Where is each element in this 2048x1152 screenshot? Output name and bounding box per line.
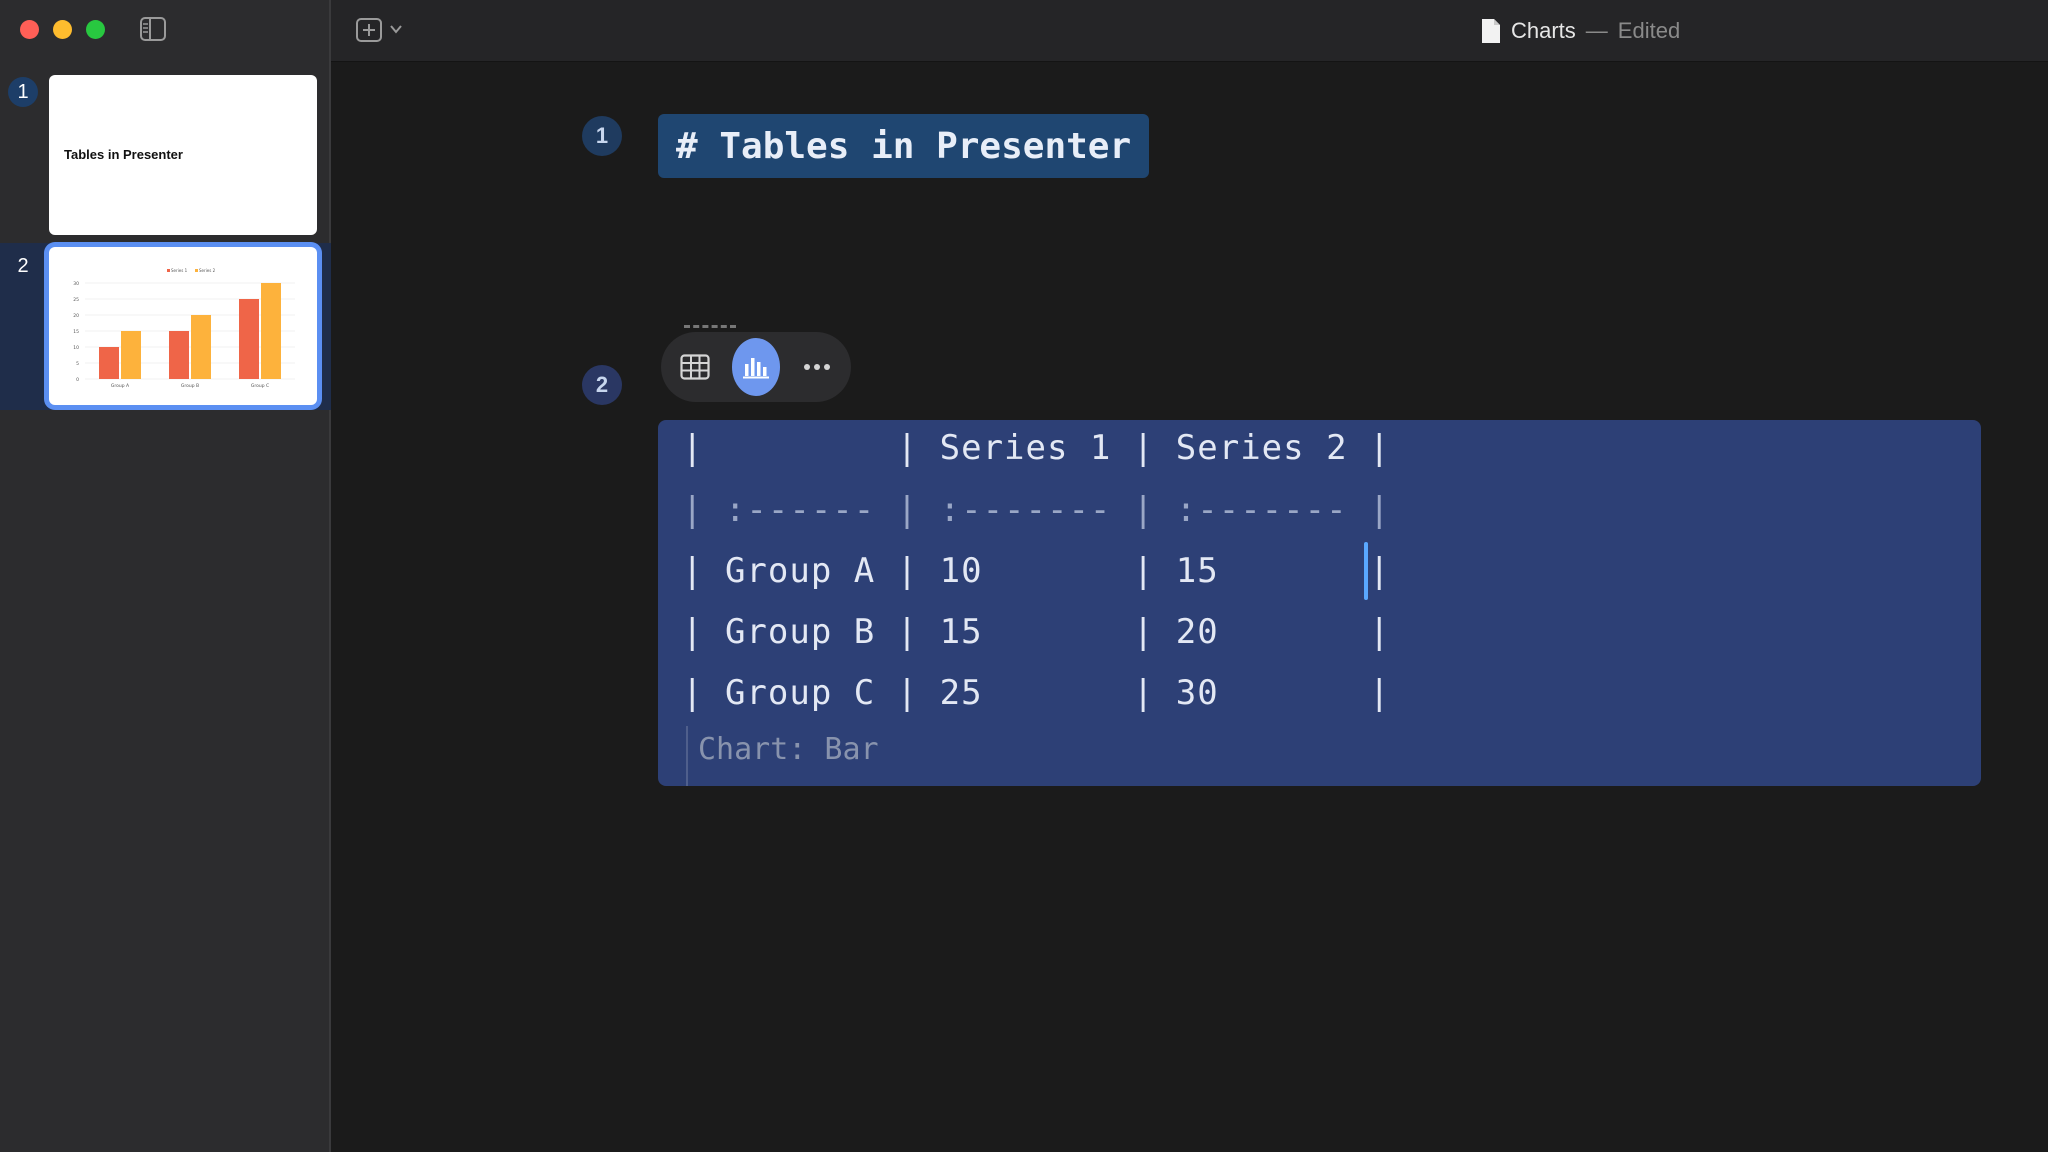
slide-badge-2[interactable]: 2 [582, 365, 622, 405]
slide-thumbnail[interactable]: Tables in Presenter [49, 75, 317, 235]
mini-chart-bar [239, 299, 259, 379]
heading-block[interactable]: # Tables in Presenter [658, 114, 1150, 178]
window-title: Charts — Edited [1481, 16, 1680, 46]
title-separator: — [1585, 18, 1608, 43]
mini-chart-bar [191, 315, 211, 379]
caption-indent-bar [686, 726, 688, 786]
mini-chart-y-tick-label: 5 [76, 361, 79, 367]
more-options-button[interactable] [794, 340, 839, 394]
mini-chart-category-label: Group C [251, 383, 269, 389]
table-row-group-c[interactable]: | Group C | 25 | 30 | [682, 673, 1391, 713]
table-header-row[interactable]: | | Series 1 | Series 2 | [682, 428, 1391, 468]
slide-number: 1 [8, 77, 38, 107]
add-slide-icon[interactable] [356, 18, 382, 42]
table-icon [680, 354, 711, 380]
slide-badge-1[interactable]: 1 [582, 116, 622, 156]
mini-chart-y-tick-label: 20 [73, 313, 79, 319]
mini-chart-bar [121, 331, 141, 379]
table-row-group-a[interactable]: | Group A | 10 | 15 | [682, 551, 1391, 591]
window-toolbar: Charts — Edited [331, 0, 2048, 62]
mini-chart-bar [99, 347, 119, 379]
mini-chart-legend-label: Series 2 [199, 268, 216, 273]
text-cursor [1364, 542, 1368, 600]
slide-number: 2 [17, 255, 29, 277]
heading-text[interactable]: # Tables in Presenter [676, 126, 1131, 167]
block-toolbar [661, 332, 851, 402]
slide-thumbnail-row-2[interactable]: 2 30 25 20 15 10 5 0 Series 1 Series 2 Group A Gro… [0, 243, 331, 410]
table-view-button[interactable] [673, 340, 718, 394]
table-code-block[interactable]: | | Series 1 | Series 2 | | :------ | :-… [658, 420, 1981, 786]
mini-chart-y-tick-label: 25 [73, 297, 79, 303]
mini-chart-y-tick-label: 30 [73, 281, 79, 287]
mini-chart-legend-label: Series 1 [171, 268, 188, 273]
mini-chart-legend-swatch [167, 269, 170, 272]
zoom-window-button[interactable] [86, 20, 105, 39]
mini-chart-y-tick-label: 10 [73, 345, 79, 351]
mini-chart-y-tick-label: 0 [76, 377, 79, 383]
table-alignment-row[interactable]: | :------ | :------- | :------- | [682, 490, 1391, 530]
slide-separator-hint [684, 325, 736, 329]
mini-chart-category-label: Group B [181, 383, 199, 389]
mini-chart-category-label: Group A [111, 383, 130, 389]
document-name: Charts [1511, 18, 1576, 43]
markdown-editor[interactable]: 1 # Tables in Presenter 2 | | Series 1 |… [331, 62, 2048, 1152]
slide-navigator-sidebar: 1 Tables in Presenter 2 30 25 20 15 10 5 0 Seri… [0, 0, 331, 1152]
slide-thumbnail-row-1[interactable]: 1 Tables in Presenter [0, 75, 331, 235]
bar-chart-icon [743, 358, 769, 379]
slide-thumbnail-selected[interactable]: 30 25 20 15 10 5 0 Series 1 Series 2 Group A Group… [49, 247, 317, 405]
chart-view-button[interactable] [731, 338, 781, 396]
minimize-window-button[interactable] [53, 20, 72, 39]
mini-chart-bar [261, 283, 281, 379]
mini-chart-bar [169, 331, 189, 379]
chevron-down-icon[interactable] [389, 22, 403, 36]
document-icon [1482, 19, 1500, 43]
slide-thumbnail-title: Tables in Presenter [64, 147, 183, 162]
table-row-group-b[interactable]: | Group B | 15 | 20 | [682, 612, 1391, 652]
chart-type-caption[interactable]: Chart: Bar [698, 732, 879, 767]
slide-thumbnail-bar-chart: 30 25 20 15 10 5 0 Series 1 Series 2 Group A Group… [73, 268, 295, 389]
close-window-button[interactable] [20, 20, 39, 39]
sidebar-toggle-icon[interactable] [140, 17, 166, 41]
mini-chart-legend-swatch [195, 269, 198, 272]
mini-chart-y-tick-label: 15 [73, 329, 79, 335]
more-icon [803, 364, 830, 370]
document-status: Edited [1617, 18, 1681, 43]
